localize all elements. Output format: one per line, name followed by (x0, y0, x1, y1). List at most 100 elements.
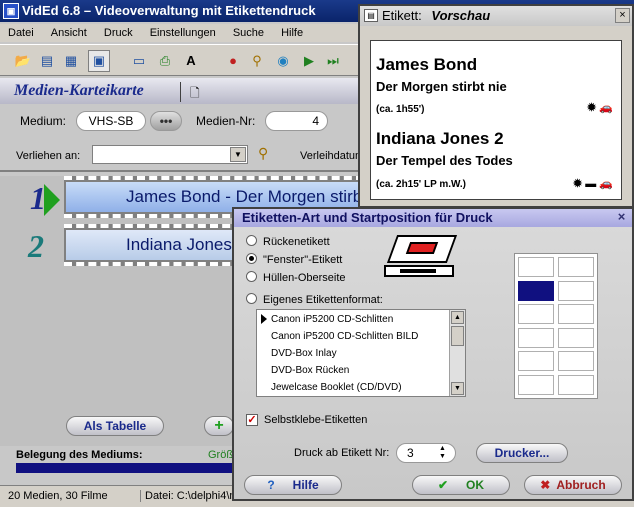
list-view-icon[interactable]: ▤ (36, 50, 58, 72)
ok-button[interactable]: ✔ OK (412, 475, 510, 495)
add-button[interactable]: + (204, 416, 234, 436)
druck-ab-label: Druck ab Etikett Nr: (294, 447, 390, 459)
list-item[interactable]: DVD-Box Inlay (271, 348, 337, 359)
label-preview: James Bond Der Morgen stirbt nie (ca. 1h… (370, 40, 622, 200)
option-label: "Fenster"-Etikett (263, 254, 343, 266)
preview-title-mode: Vorschau (431, 8, 491, 23)
grid-cell[interactable] (518, 280, 554, 301)
label-info: (ca. 1h55') (376, 104, 425, 115)
dialog-title: Etiketten-Art und Startposition für Druc… (242, 210, 493, 225)
print-dialog: Etiketten-Art und Startposition für Druc… (232, 207, 634, 501)
radio-dot[interactable] (246, 271, 257, 282)
grid-cell[interactable] (558, 280, 594, 301)
spinner-icon[interactable]: ▲ ▼ (439, 445, 446, 461)
menu-hilfe[interactable]: Hilfe (273, 24, 309, 39)
option-label: Hüllen-Oberseite (263, 272, 346, 284)
option-fenster-etikett[interactable]: "Fenster"-Etikett (246, 253, 342, 266)
page-title: Medien-Karteikarte (14, 82, 144, 99)
menu-ansicht[interactable]: Ansicht (43, 24, 93, 39)
new-page-icon[interactable]: 🗋 (190, 84, 200, 105)
grid-cell[interactable] (518, 327, 554, 348)
label-info: (ca. 2h15' LP m.W.) (376, 179, 466, 190)
radio-dot[interactable] (246, 293, 257, 304)
hilfe-button[interactable]: ? Hilfe (244, 475, 342, 495)
medium-label: Medium: (20, 114, 67, 128)
medium-select-button[interactable]: ••• (150, 111, 182, 131)
label-subtitle: Der Tempel des Todes (376, 153, 513, 168)
grid-cell[interactable] (518, 374, 554, 395)
label-icons: ✹ 🚗 (587, 102, 613, 114)
label-subtitle: Der Morgen stirbt nie (376, 79, 507, 94)
next-icon[interactable]: ▶ (298, 50, 320, 72)
grid-cell[interactable] (558, 374, 594, 395)
option-label: Rückenetikett (263, 236, 330, 248)
print-preview-icon[interactable]: ⎙ (154, 50, 176, 72)
verliehen-label: Verliehen an: (16, 150, 81, 162)
preview-window: ▤ Etikett: Vorschau × James Bond Der Mor… (358, 4, 634, 208)
label-icons: ✹ ▬ 🚗 (572, 178, 613, 190)
grid-cell[interactable] (518, 257, 554, 277)
radio-dot[interactable] (246, 253, 257, 264)
belegung-label: Belegung des Mediums: (16, 449, 143, 461)
scroll-thumb[interactable] (451, 326, 464, 346)
list-item[interactable]: Canon iP5200 CD-Schlitten (271, 314, 393, 325)
last-icon[interactable]: ⏭ (322, 50, 344, 72)
verliehen-dropdown[interactable]: ▼ (92, 145, 248, 164)
abbruch-button[interactable]: ✖ Abbruch (524, 475, 622, 495)
radio-dot[interactable] (246, 235, 257, 246)
option-label: Eigenes Etikettenformat: (263, 294, 383, 306)
als-tabelle-button[interactable]: Als Tabelle (66, 416, 164, 436)
verleihdatum-label: Verleihdatum (300, 150, 365, 162)
status-file: Datei: C:\delphi4\n (140, 490, 236, 502)
tape-icon[interactable]: ● (222, 50, 244, 72)
grid-cell[interactable] (558, 304, 594, 324)
card-view-icon[interactable]: ▣ (88, 50, 110, 72)
grid-cell[interactable] (558, 257, 594, 277)
list-item[interactable]: DVD-Box Rücken (271, 365, 349, 376)
film-number: 2 (28, 228, 44, 264)
close-icon[interactable]: × (614, 210, 629, 225)
list-item[interactable]: Canon iP5200 CD-Schlitten BILD (271, 331, 418, 342)
globe-icon[interactable]: ◉ (272, 50, 294, 72)
monitor-icon[interactable]: ▭ (128, 50, 150, 72)
grid-cell[interactable] (558, 327, 594, 348)
selbstklebe-checkbox[interactable]: ✓ (246, 414, 258, 426)
grid-cell[interactable] (558, 351, 594, 371)
list-item[interactable]: Jewelcase Booklet (CD/DVD) (271, 382, 402, 393)
open-folder-icon[interactable]: 📂 (12, 50, 34, 72)
scrollbar[interactable]: ▲ ▼ (449, 310, 465, 396)
chevron-down-icon[interactable]: ▼ (230, 147, 246, 162)
grid-cell[interactable] (518, 304, 554, 324)
close-icon[interactable]: × (615, 8, 630, 23)
drucker-button[interactable]: Drucker... (476, 443, 568, 463)
menu-datei[interactable]: Datei (0, 24, 40, 39)
label-position-grid[interactable] (514, 253, 598, 399)
format-list[interactable]: Canon iP5200 CD-Schlitten Canon iP5200 C… (256, 309, 466, 397)
druck-ab-field[interactable]: 3 (396, 443, 456, 463)
medium-field[interactable]: VHS-SB (76, 111, 146, 131)
app-title: VidEd 6.8 – Videoverwaltung mit Etikette… (22, 3, 316, 18)
option-eigenes-format[interactable]: Eigenes Etikettenformat: (246, 293, 383, 306)
menu-suche[interactable]: Suche (225, 24, 270, 39)
preview-title-prefix: Etikett: (382, 8, 422, 23)
menu-druck[interactable]: Druck (96, 24, 139, 39)
vhs-cassette-icon (384, 235, 460, 281)
option-rueckenetikett[interactable]: Rückenetikett (246, 235, 330, 248)
medien-nr-field[interactable]: 4 (265, 111, 328, 131)
selbstklebe-label: Selbstklebe-Etiketten (264, 414, 368, 426)
tab-divider (180, 82, 181, 102)
divider (0, 170, 360, 172)
app-icon: ▣ (3, 3, 19, 19)
scroll-down-icon[interactable]: ▼ (451, 382, 464, 395)
search-icon[interactable]: ⚲ (258, 145, 268, 162)
cancel-icon: ✖ (540, 478, 551, 492)
search-icon[interactable]: ⚲ (246, 50, 268, 72)
grid-cell[interactable] (518, 351, 554, 371)
dialog-title-bar: Etiketten-Art und Startposition für Druc… (234, 209, 632, 227)
table-view-icon[interactable]: ▦ (60, 50, 82, 72)
menu-einstellungen[interactable]: Einstellungen (142, 24, 222, 39)
option-huellen-oberseite[interactable]: Hüllen-Oberseite (246, 271, 346, 284)
check-icon: ✔ (437, 478, 449, 492)
font-icon[interactable]: A (180, 50, 202, 72)
scroll-up-icon[interactable]: ▲ (451, 311, 464, 324)
